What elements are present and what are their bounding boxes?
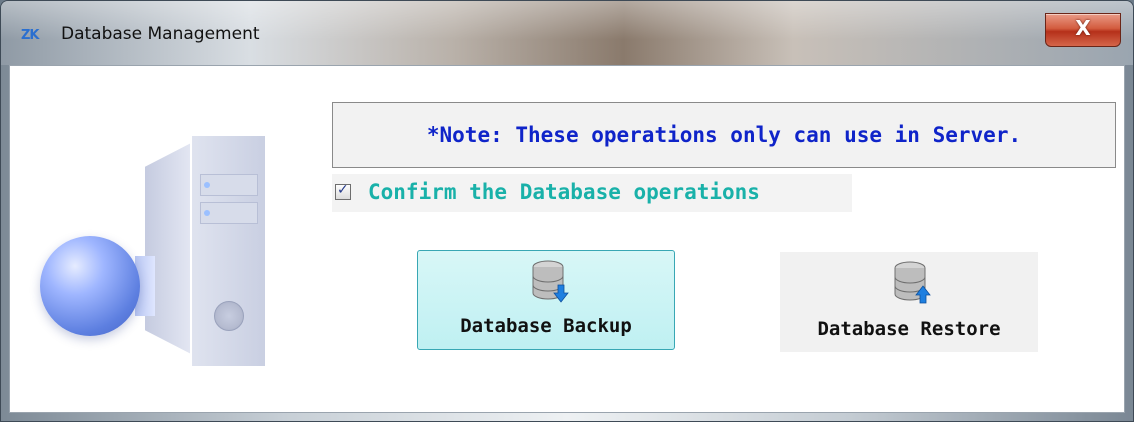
database-management-window: ZK Database Management X *Note: These op…: [0, 0, 1134, 422]
database-download-icon: [532, 260, 569, 303]
database-backup-label: Database Backup: [460, 315, 632, 337]
database-restore-button[interactable]: Database Restore: [780, 252, 1038, 352]
tower-side-panel: [145, 141, 195, 356]
activity-led-icon: [204, 210, 210, 216]
close-icon: X: [1075, 16, 1091, 40]
server-globe-illustration: [35, 116, 285, 366]
database-restore-label: Database Restore: [817, 318, 1001, 340]
server-note-text: *Note: These operations only can use in …: [426, 123, 1022, 147]
power-led-icon: [204, 182, 210, 188]
confirm-checkbox-label[interactable]: Confirm the Database operations: [368, 180, 760, 204]
window-title: Database Management: [61, 24, 260, 44]
dialog-body: *Note: These operations only can use in …: [9, 65, 1125, 413]
server-note-box: *Note: These operations only can use in …: [332, 102, 1116, 168]
server-tower-icon: [190, 136, 265, 366]
database-backup-button[interactable]: Database Backup: [417, 250, 675, 350]
close-button[interactable]: X: [1045, 13, 1121, 47]
database-upload-icon: [894, 261, 931, 304]
app-logo-icon: ZK: [21, 28, 39, 43]
confirm-checkbox[interactable]: ✓: [335, 182, 351, 200]
globe-icon: [40, 236, 140, 336]
title-bar[interactable]: ZK Database Management X: [1, 1, 1133, 65]
checkmark-icon: ✓: [337, 182, 349, 198]
fan-icon: [214, 301, 244, 331]
confirm-operations-row[interactable]: ✓ Confirm the Database operations: [332, 174, 852, 212]
